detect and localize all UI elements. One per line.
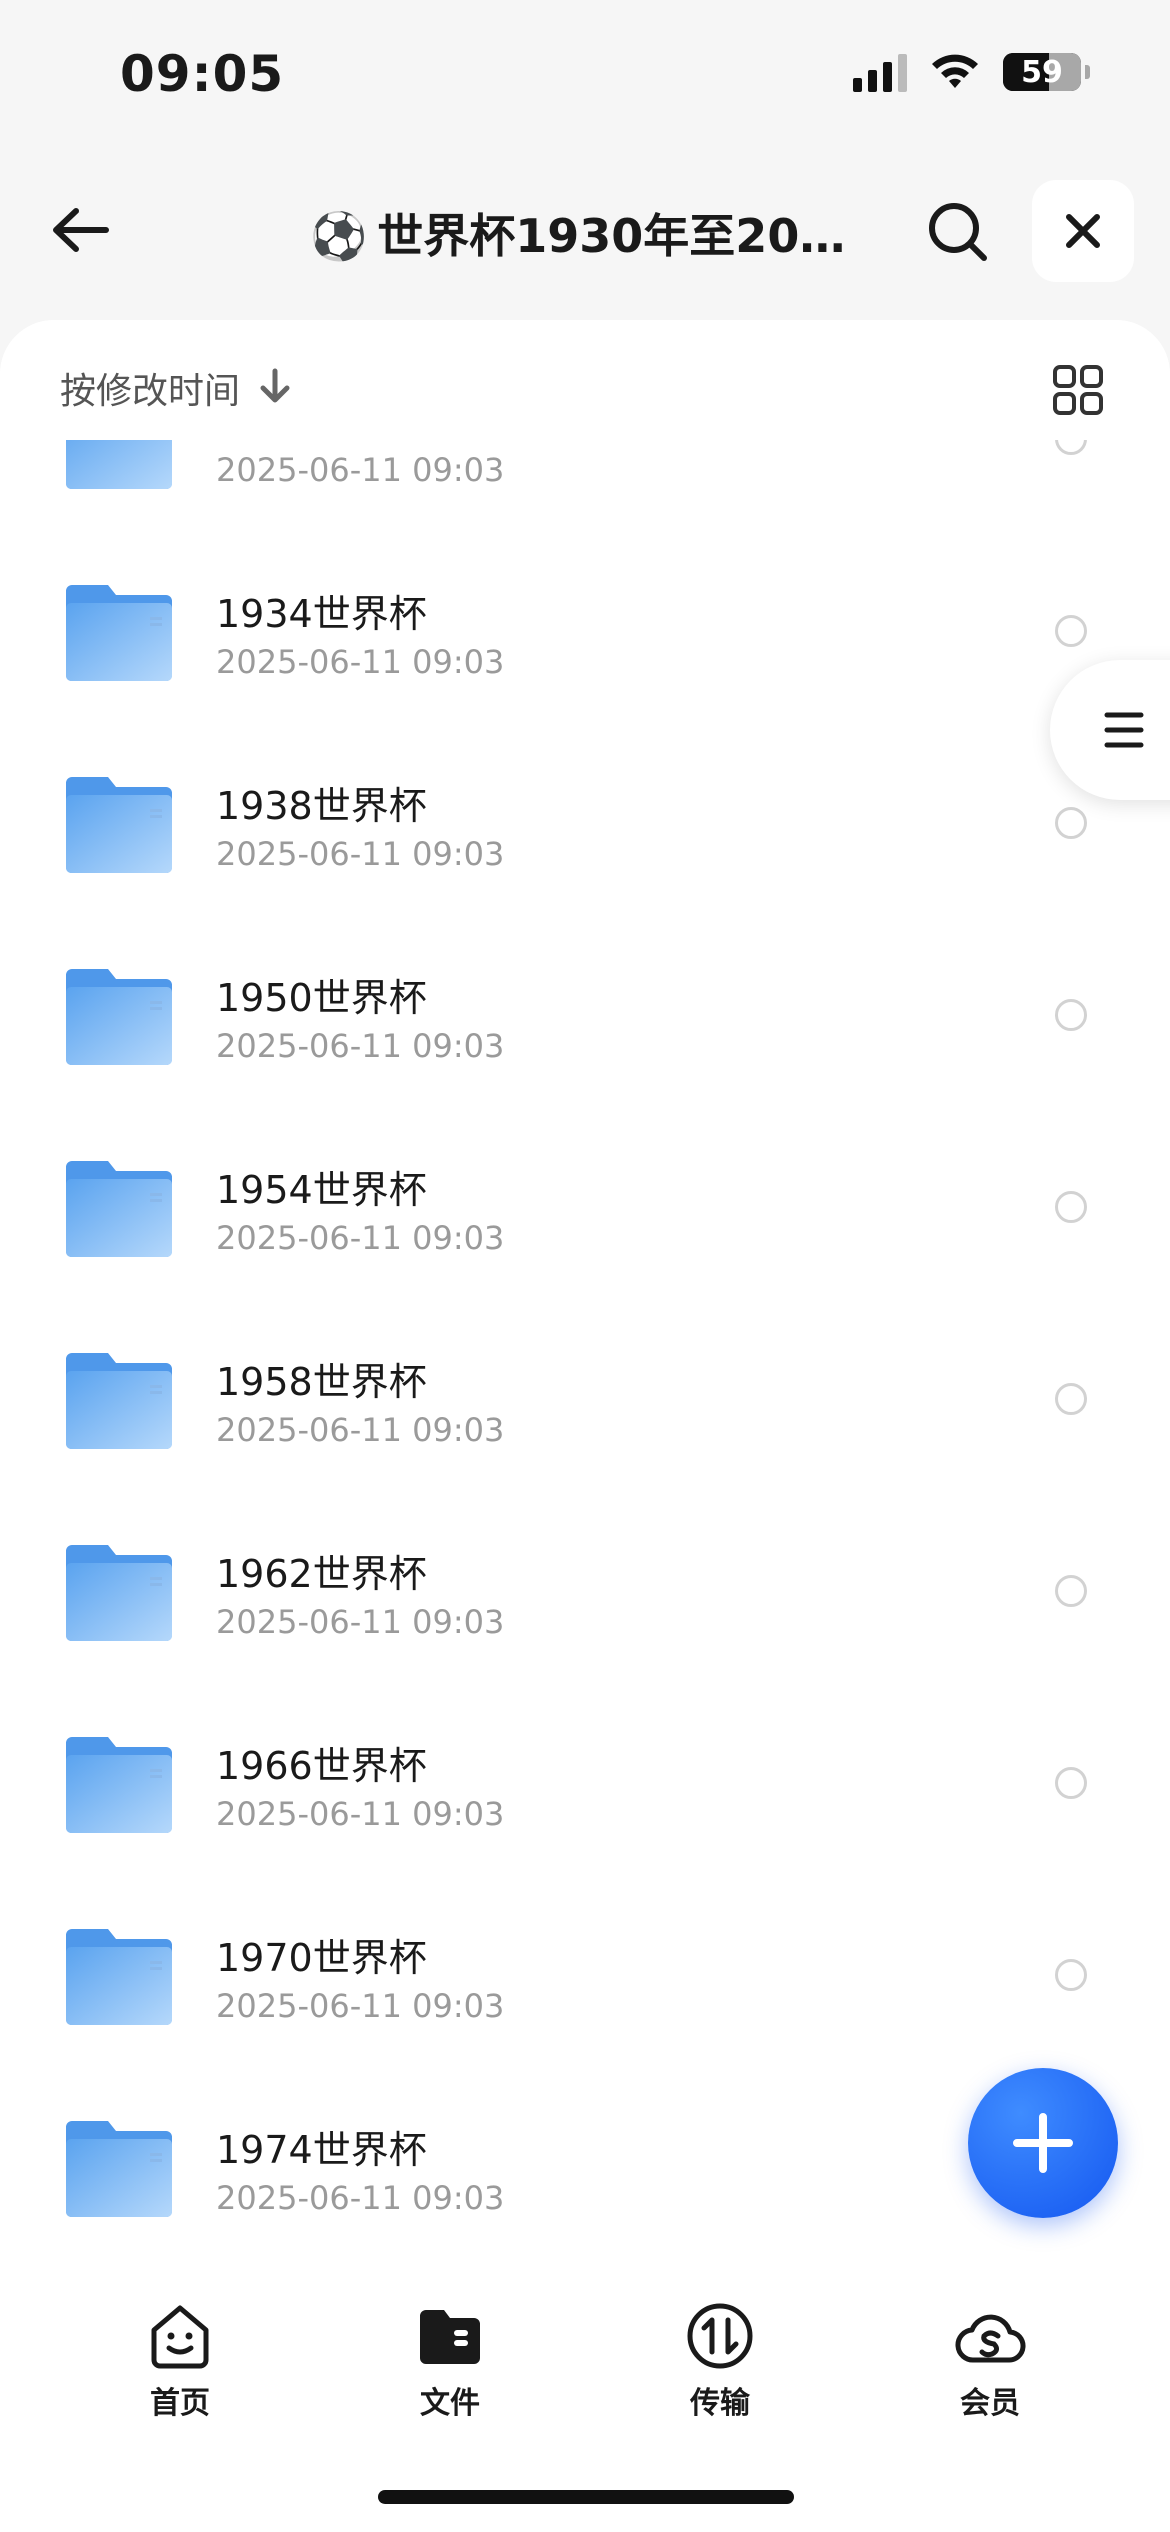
file-name: 1938世界杯 — [216, 784, 427, 828]
arrow-down-icon[interactable] — [258, 368, 292, 404]
add-button[interactable] — [968, 2068, 1118, 2218]
search-button[interactable] — [918, 192, 998, 272]
folder-icon — [66, 1161, 172, 1257]
search-icon — [929, 203, 987, 261]
file-name: 1954世界杯 — [216, 1168, 427, 1212]
folder-icon — [66, 1353, 172, 1449]
list-item[interactable]: 1934世界杯 2025-06-11 09:03 — [0, 537, 1170, 729]
list-item[interactable]: 1950世界杯 2025-06-11 09:03 — [0, 921, 1170, 1113]
status-time: 09:05 — [120, 45, 285, 103]
list-item[interactable]: 1958世界杯 2025-06-11 09:03 — [0, 1305, 1170, 1497]
sort-button[interactable]: 按修改时间 — [60, 362, 240, 414]
folder-icon — [66, 1545, 172, 1641]
select-radio[interactable] — [1055, 1383, 1087, 1415]
file-date: 2025-06-11 09:03 — [216, 1795, 505, 1833]
tab-home[interactable]: 首页 — [80, 2300, 280, 2422]
file-date: 2025-06-11 09:03 — [216, 1219, 505, 1257]
close-icon — [1066, 214, 1100, 248]
file-list-sheet: 按修改时间 1930世界杯2025-06-11 09:03 1934世界杯 202… — [0, 320, 1170, 2270]
arrow-left-icon — [53, 208, 109, 252]
transfer-icon — [687, 2303, 753, 2369]
file-list: 1930世界杯2025-06-11 09:03 1934世界杯 2025-06-1… — [0, 430, 1170, 2270]
menu-icon — [1104, 712, 1144, 748]
grid-view-icon[interactable] — [1052, 364, 1104, 416]
plus-icon — [1013, 2113, 1073, 2173]
folder-icon — [66, 1737, 172, 1833]
tab-membership-label: 会员 — [960, 2386, 1020, 2421]
select-radio[interactable] — [1055, 807, 1087, 839]
file-date: 2025-06-11 09:03 — [216, 1987, 505, 2025]
list-item[interactable]: 1962世界杯 2025-06-11 09:03 — [0, 1497, 1170, 1689]
folder-icon — [66, 1929, 172, 2025]
file-date: 2025-06-11 09:03 — [216, 643, 505, 681]
list-item[interactable]: 1954世界杯 2025-06-11 09:03 — [0, 1113, 1170, 1305]
select-radio[interactable] — [1055, 1959, 1087, 1991]
tab-home-label: 首页 — [150, 2386, 210, 2421]
tab-files-label: 文件 — [420, 2386, 480, 2421]
file-date: 2025-06-11 09:03 — [216, 1603, 505, 1641]
list-item[interactable]: 1970世界杯 2025-06-11 09:03 — [0, 1881, 1170, 2073]
battery-level: 59 — [1021, 54, 1063, 90]
cellular-signal-icon — [853, 52, 907, 92]
back-button[interactable] — [40, 190, 120, 270]
file-name: 1970世界杯 — [216, 1936, 427, 1980]
smile-face-icon — [151, 2305, 209, 2369]
select-radio[interactable] — [1055, 999, 1087, 1031]
sort-bar: 按修改时间 — [0, 320, 1170, 440]
select-radio[interactable] — [1055, 1191, 1087, 1223]
folder-icon — [66, 585, 172, 681]
tab-transfer-label: 传输 — [690, 2386, 750, 2421]
list-item[interactable]: 1930世界杯2025-06-11 09:03 — [0, 430, 1170, 537]
wifi-icon — [932, 54, 978, 88]
list-item[interactable]: 1966世界杯 2025-06-11 09:03 — [0, 1689, 1170, 1881]
page-title-text: 世界杯1930年至20... — [377, 209, 850, 263]
tab-membership[interactable]: 会员 — [890, 2300, 1090, 2422]
soccer-ball-icon: ⚽ — [310, 209, 368, 263]
select-radio[interactable] — [1055, 615, 1087, 647]
list-item[interactable]: 1938世界杯 2025-06-11 09:03 — [0, 729, 1170, 921]
file-date: 2025-06-11 09:03 — [216, 1027, 505, 1065]
cloud-icon — [955, 2314, 1026, 2363]
folder-icon — [66, 969, 172, 1065]
file-name: 1966世界杯 — [216, 1744, 427, 1788]
close-button[interactable] — [1032, 180, 1134, 282]
file-name: 1958世界杯 — [216, 1360, 427, 1404]
home-indicator — [378, 2490, 794, 2504]
tab-transfer[interactable]: 传输 — [620, 2300, 820, 2422]
file-date: 2025-06-11 09:03 — [216, 451, 505, 489]
select-radio[interactable] — [1055, 1767, 1087, 1799]
folder-icon — [420, 2310, 480, 2364]
file-name: 1974世界杯 — [216, 2128, 427, 2172]
select-radio[interactable] — [1055, 1575, 1087, 1607]
folder-icon — [66, 2121, 172, 2217]
file-name: 1950世界杯 — [216, 976, 427, 1020]
tab-files[interactable]: 文件 — [350, 2300, 550, 2422]
page-title: ⚽ 世界杯1930年至20... — [310, 200, 850, 266]
file-name: 1962世界杯 — [216, 1552, 427, 1596]
battery-tip — [1085, 65, 1090, 79]
nav-bar: ⚽ 世界杯1930年至20... — [0, 170, 1170, 290]
battery-icon: 59 — [1003, 53, 1081, 91]
file-name: 1934世界杯 — [216, 592, 427, 636]
file-date: 2025-06-11 09:03 — [216, 1411, 505, 1449]
folder-icon — [66, 777, 172, 873]
file-date: 2025-06-11 09:03 — [216, 835, 505, 873]
status-icons: 59 — [853, 52, 1090, 92]
file-date: 2025-06-11 09:03 — [216, 2179, 505, 2217]
status-bar: 09:05 59 — [0, 0, 1170, 140]
